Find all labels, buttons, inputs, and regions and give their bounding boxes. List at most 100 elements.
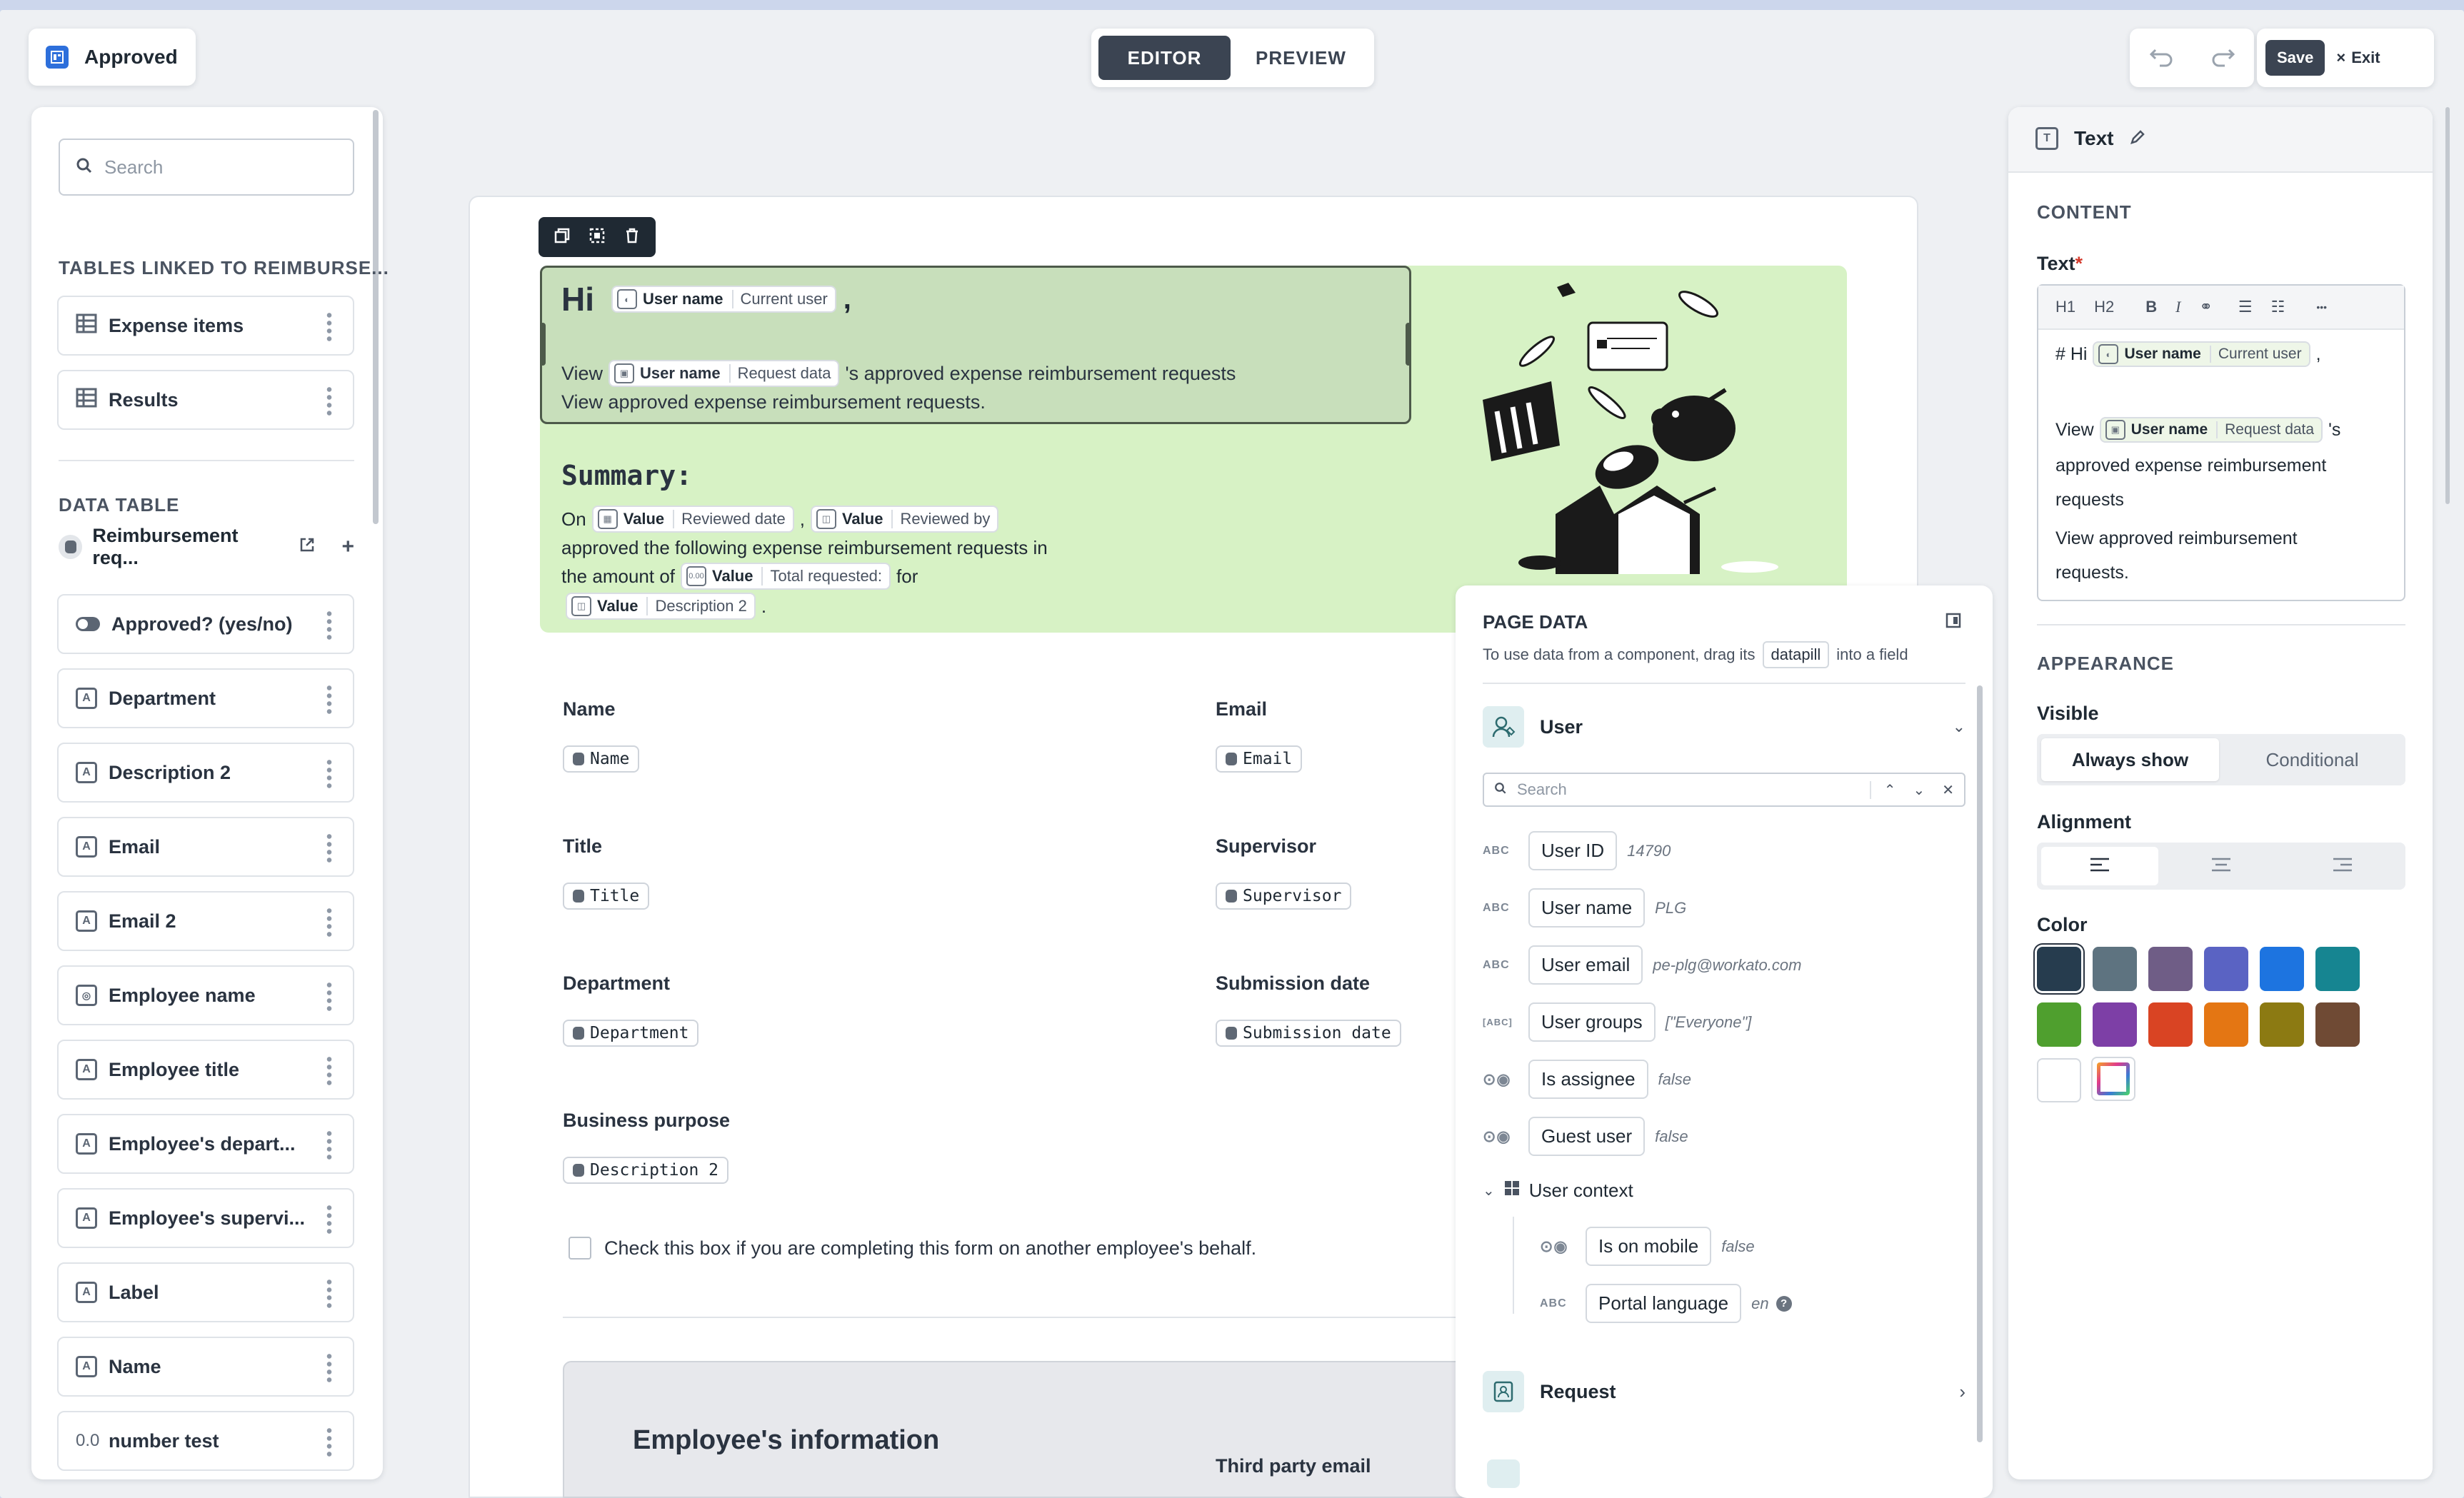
- drag-handle-icon[interactable]: [324, 833, 334, 864]
- visible-always-show[interactable]: Always show: [2041, 738, 2219, 781]
- color-swatch[interactable]: [2037, 1058, 2081, 1102]
- form-pill-name[interactable]: Name: [563, 745, 640, 773]
- chevron-down-icon[interactable]: ⌄: [1913, 781, 1925, 799]
- page-data-row-user-id[interactable]: ABC User ID 14790: [1483, 831, 1671, 870]
- datapill-name[interactable]: Is on mobile: [1586, 1227, 1712, 1266]
- exit-button[interactable]: × Exit: [2336, 49, 2380, 67]
- color-swatch[interactable]: [2037, 947, 2081, 991]
- sidebar-field-department[interactable]: A Department: [57, 668, 354, 728]
- clear-search-icon[interactable]: ✕: [1942, 781, 1954, 799]
- page-data-row-user-groups[interactable]: [ABC] User groups ["Everyone"]: [1483, 1002, 1751, 1042]
- sidebar-field-approved[interactable]: Approved? (yes/no): [57, 594, 354, 654]
- form-pill-department[interactable]: Department: [563, 1020, 699, 1047]
- color-swatch[interactable]: [2204, 1002, 2248, 1047]
- behalf-checkbox[interactable]: [569, 1237, 591, 1260]
- form-pill-supervisor[interactable]: Supervisor: [1216, 883, 1352, 910]
- add-icon[interactable]: +: [341, 535, 354, 559]
- color-swatch[interactable]: [2204, 947, 2248, 991]
- more-options-button[interactable]: •••: [2316, 301, 2327, 313]
- properties-scrollbar[interactable]: [2445, 107, 2450, 504]
- resize-handle-right[interactable]: [1406, 323, 1411, 366]
- sidebar-field-employee-title[interactable]: A Employee title: [57, 1040, 354, 1100]
- color-swatch[interactable]: [2093, 947, 2137, 991]
- sidebar-field-description-2[interactable]: A Description 2: [57, 743, 354, 803]
- sidebar-field-employee-name[interactable]: ◎ Employee name: [57, 965, 354, 1025]
- datapill-total-requested[interactable]: 0.00 Value Total requested:: [681, 563, 891, 590]
- data-table-link[interactable]: Reimbursement req... +: [59, 525, 354, 568]
- heading-1-button[interactable]: H1: [2055, 298, 2075, 316]
- datapill-name[interactable]: User email: [1528, 945, 1643, 985]
- page-data-row-portal-language[interactable]: ABC Portal language en ?: [1540, 1284, 1792, 1323]
- save-button[interactable]: Save: [2265, 40, 2325, 76]
- datapill-user-name[interactable]: ◐ User name Current user: [611, 286, 836, 313]
- custom-color-swatch[interactable]: [2091, 1057, 2135, 1101]
- page-data-row-is-assignee[interactable]: ⊙◉ Is assignee false: [1483, 1060, 1691, 1099]
- rich-text-editor[interactable]: [2037, 284, 2405, 601]
- redo-icon[interactable]: [2210, 46, 2236, 71]
- color-swatch[interactable]: [2260, 1002, 2304, 1047]
- panel-scrollbar[interactable]: [1977, 685, 1983, 1442]
- edit-pencil-icon[interactable]: [2130, 129, 2145, 149]
- sidebar-field-employee-supervisor[interactable]: A Employee's supervi...: [57, 1188, 354, 1248]
- drag-handle-icon[interactable]: [324, 1352, 334, 1384]
- collapse-panel-icon[interactable]: [1945, 613, 1961, 632]
- drag-handle-icon[interactable]: [324, 758, 334, 790]
- form-pill-submission-date[interactable]: Submission date: [1216, 1020, 1401, 1047]
- drag-handle-icon[interactable]: [324, 386, 334, 417]
- page-data-row-guest-user[interactable]: ⊙◉ Guest user false: [1483, 1117, 1688, 1156]
- align-right-button[interactable]: [2284, 847, 2401, 885]
- drag-handle-icon[interactable]: [324, 1055, 334, 1087]
- drag-handle-icon[interactable]: [324, 610, 334, 641]
- page-data-row-user-email[interactable]: ABC User email pe-plg@workato.com: [1483, 945, 1801, 985]
- delete-icon[interactable]: [623, 227, 641, 248]
- datapill-name[interactable]: User name: [1528, 888, 1646, 928]
- app-badge[interactable]: Approved: [29, 29, 196, 86]
- color-swatch[interactable]: [2148, 1002, 2193, 1047]
- sidebar-field-email-2[interactable]: A Email 2: [57, 891, 354, 951]
- chevron-up-icon[interactable]: ⌃: [1884, 781, 1896, 799]
- sidebar-table-expense-items[interactable]: Expense items: [57, 296, 354, 356]
- form-pill-email[interactable]: Email: [1216, 745, 1303, 773]
- drag-handle-icon[interactable]: [324, 1427, 334, 1458]
- datapill-reviewed-by[interactable]: ◫ Value Reviewed by: [810, 506, 999, 533]
- undo-icon[interactable]: [2148, 46, 2174, 71]
- heading-2-button[interactable]: H2: [2094, 298, 2114, 316]
- sidebar-field-label[interactable]: A Label: [57, 1262, 354, 1322]
- user-section-header[interactable]: User ⌄: [1483, 703, 1965, 751]
- color-swatch[interactable]: [2148, 947, 2193, 991]
- sidebar-search[interactable]: Search: [59, 139, 354, 196]
- page-data-row-user-name[interactable]: ABC User name PLG: [1483, 888, 1686, 928]
- page-data-row-is-on-mobile[interactable]: ⊙◉ Is on mobile false: [1540, 1227, 1755, 1266]
- numbered-list-icon[interactable]: ☰: [2238, 298, 2253, 316]
- help-icon[interactable]: ?: [1776, 1295, 1792, 1312]
- sidebar-field-email[interactable]: A Email: [57, 817, 354, 877]
- datapill-description-2[interactable]: ◫ Value Description 2: [566, 593, 756, 620]
- align-left-button[interactable]: [2041, 847, 2158, 885]
- drag-handle-icon[interactable]: [324, 1204, 334, 1235]
- duplicate-icon[interactable]: [554, 227, 571, 248]
- sidebar-table-results[interactable]: Results: [57, 370, 354, 430]
- form-pill-business-purpose[interactable]: Description 2: [563, 1157, 729, 1184]
- color-swatch[interactable]: [2315, 947, 2360, 991]
- sidebar-field-employee-department[interactable]: A Employee's depart...: [57, 1114, 354, 1174]
- drag-handle-icon[interactable]: [324, 311, 334, 343]
- drag-handle-icon[interactable]: [324, 1278, 334, 1310]
- editor-datapill-request[interactable]: ▣ User name Request data: [2099, 417, 2323, 443]
- visible-conditional[interactable]: Conditional: [2223, 738, 2401, 781]
- color-swatch[interactable]: [2260, 947, 2304, 991]
- request-section-header[interactable]: Request ›: [1483, 1368, 1965, 1415]
- drag-handle-icon[interactable]: [324, 981, 334, 1012]
- color-swatch[interactable]: [2093, 1002, 2137, 1047]
- color-swatch[interactable]: [2037, 1002, 2081, 1047]
- sidebar-scrollbar[interactable]: [373, 110, 379, 524]
- tab-editor[interactable]: EDITOR: [1098, 36, 1231, 80]
- drag-handle-icon[interactable]: [324, 684, 334, 715]
- datapill-name[interactable]: Portal language: [1586, 1284, 1742, 1323]
- external-link-icon[interactable]: [299, 536, 316, 558]
- sidebar-field-number-test[interactable]: 0.0 number test: [57, 1411, 354, 1471]
- resize-handle-left[interactable]: [540, 323, 546, 366]
- datapill-name[interactable]: Is assignee: [1528, 1060, 1648, 1099]
- bullet-list-icon[interactable]: ☷: [2271, 298, 2285, 316]
- select-parent-icon[interactable]: [589, 227, 606, 248]
- drag-handle-icon[interactable]: [324, 907, 334, 938]
